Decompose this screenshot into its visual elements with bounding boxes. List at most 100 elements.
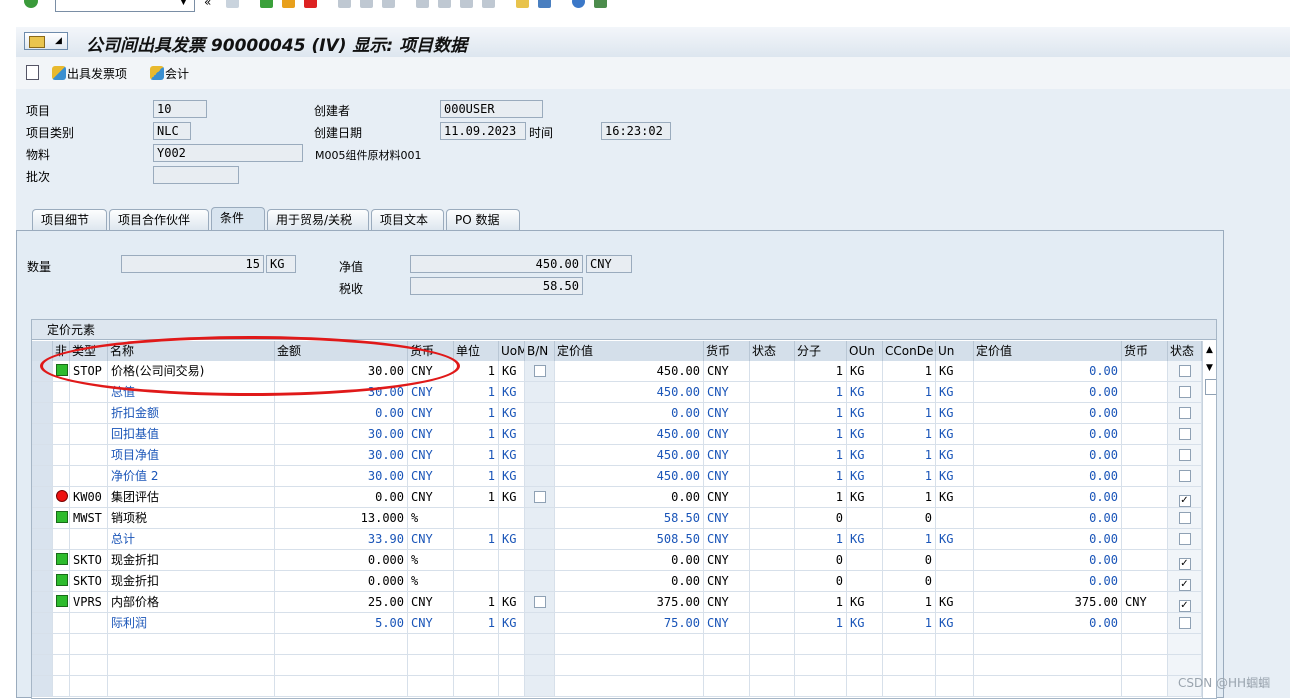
cell-status-check[interactable]: ✓ bbox=[1168, 592, 1202, 612]
cell-status-check[interactable] bbox=[1168, 508, 1202, 528]
status-checkbox[interactable]: ✓ bbox=[1178, 495, 1191, 507]
cell-status-check[interactable] bbox=[1168, 403, 1202, 423]
save-icon[interactable] bbox=[226, 0, 239, 8]
net-currency-field[interactable]: CNY bbox=[586, 255, 632, 273]
cell-status-check[interactable] bbox=[1168, 445, 1202, 465]
table-row[interactable]: MWST 销项税 13.000% 58.50 CNY 0 0 0.00 bbox=[32, 508, 1202, 529]
cell-row-selector[interactable] bbox=[32, 403, 53, 423]
status-checkbox[interactable]: ✓ bbox=[1178, 600, 1191, 612]
time-field[interactable]: 16:23:02 bbox=[601, 122, 671, 140]
tab-po-data[interactable]: PO 数据 bbox=[446, 209, 520, 231]
cell-status-check[interactable] bbox=[1168, 466, 1202, 486]
double-chevron-left-icon[interactable]: « bbox=[204, 0, 217, 9]
table-row[interactable]: VPRS 内部价格 25.00 CNY 1 KG 375.00 CNY 1 KG 1 KG 375.00… bbox=[32, 592, 1202, 613]
status-checkbox[interactable] bbox=[1178, 449, 1191, 461]
cell-status-check[interactable]: ✓ bbox=[1168, 571, 1202, 591]
cell-bn[interactable] bbox=[525, 634, 555, 654]
tab-trade-customs[interactable]: 用于贸易/关税 bbox=[267, 209, 369, 231]
cell-bn[interactable] bbox=[525, 529, 555, 549]
cell-bn[interactable] bbox=[525, 466, 555, 486]
table-row[interactable]: 总计 33.90 CNY 1 KG 508.50 CNY 1 KG 1 KG 0.00 bbox=[32, 529, 1202, 550]
cell-status-check[interactable]: ✓ bbox=[1168, 550, 1202, 570]
cell-status-check[interactable] bbox=[1168, 655, 1202, 675]
vertical-scrollbar[interactable]: ▲ ▼ bbox=[1202, 341, 1216, 698]
chevron-down-icon[interactable]: ▼ bbox=[180, 0, 187, 7]
cell-status-check[interactable] bbox=[1168, 613, 1202, 633]
tab-item-text[interactable]: 项目文本 bbox=[371, 209, 444, 231]
status-checkbox[interactable]: ✓ bbox=[1178, 558, 1191, 570]
table-row[interactable]: 项目净值 30.00 CNY 1 KG 450.00 CNY 1 KG 1 KG 0.00 bbox=[32, 445, 1202, 466]
cell-status-check[interactable] bbox=[1168, 424, 1202, 444]
cell-status-check[interactable] bbox=[1168, 382, 1202, 402]
command-field[interactable] bbox=[55, 0, 195, 12]
cell-row-selector[interactable] bbox=[32, 424, 53, 444]
table-row[interactable]: STOP 价格(公司间交易) 30.00 CNY 1 KG 450.00 CNY 1 KG 1 KG 0… bbox=[32, 361, 1202, 382]
print-icon[interactable] bbox=[338, 0, 351, 8]
cell-bn[interactable] bbox=[525, 592, 555, 612]
billing-item-button[interactable]: 出具发票项 bbox=[52, 65, 127, 81]
cell-row-selector[interactable] bbox=[32, 529, 53, 549]
previous-page-icon[interactable] bbox=[438, 0, 451, 8]
table-row[interactable]: SKTO 现金折扣 0.000% 0.00 CNY 0 0 0.00 ✓ bbox=[32, 571, 1202, 592]
new-session-icon[interactable] bbox=[516, 0, 529, 8]
cell-status-check[interactable] bbox=[1168, 634, 1202, 654]
table-row[interactable]: 总值 30.00 CNY 1 KG 450.00 CNY 1 KG 1 KG 0.00 bbox=[32, 382, 1202, 403]
cell-bn[interactable] bbox=[525, 508, 555, 528]
cell-bn[interactable] bbox=[525, 361, 555, 381]
cell-status-check[interactable] bbox=[1168, 529, 1202, 549]
table-row[interactable]: SKTO 现金折扣 0.000% 0.00 CNY 0 0 0.00 ✓ bbox=[32, 550, 1202, 571]
cell-bn[interactable] bbox=[525, 403, 555, 423]
back-icon[interactable] bbox=[260, 0, 273, 8]
cell-bn[interactable] bbox=[525, 424, 555, 444]
status-checkbox[interactable] bbox=[1178, 533, 1191, 545]
table-row[interactable] bbox=[32, 676, 1202, 697]
cell-bn[interactable] bbox=[525, 676, 555, 696]
bn-checkbox[interactable] bbox=[533, 365, 546, 377]
first-page-icon[interactable] bbox=[416, 0, 429, 8]
item-field[interactable]: 10 bbox=[153, 100, 207, 118]
table-row[interactable]: 净价值 2 30.00 CNY 1 KG 450.00 CNY 1 KG 1 KG 0.00 bbox=[32, 466, 1202, 487]
cell-row-selector[interactable] bbox=[32, 382, 53, 402]
cell-bn[interactable] bbox=[525, 655, 555, 675]
scroll-down-icon[interactable]: ▼ bbox=[1206, 363, 1213, 373]
status-checkbox[interactable] bbox=[1178, 470, 1191, 482]
batch-field[interactable] bbox=[153, 166, 239, 184]
net-value-field[interactable]: 450.00 bbox=[410, 255, 583, 273]
status-checkbox[interactable] bbox=[1178, 428, 1191, 440]
find-icon[interactable] bbox=[360, 0, 373, 8]
cell-row-selector[interactable] bbox=[32, 592, 53, 612]
display-document-button[interactable] bbox=[26, 65, 40, 81]
tab-conditions[interactable]: 条件 bbox=[211, 207, 265, 231]
exit-icon[interactable] bbox=[282, 0, 295, 8]
layout-menu-icon[interactable] bbox=[594, 0, 607, 8]
header-row-selector[interactable] bbox=[32, 341, 53, 361]
table-row[interactable] bbox=[32, 655, 1202, 676]
cell-row-selector[interactable] bbox=[32, 676, 53, 696]
creator-field[interactable]: 000USER bbox=[440, 100, 543, 118]
next-page-icon[interactable] bbox=[460, 0, 473, 8]
cell-row-selector[interactable] bbox=[32, 613, 53, 633]
status-checkbox[interactable] bbox=[1178, 617, 1191, 629]
accounting-button[interactable]: 会计 bbox=[150, 65, 189, 81]
quantity-unit-field[interactable]: KG bbox=[266, 255, 296, 273]
status-checkbox[interactable] bbox=[1178, 386, 1191, 398]
created-date-field[interactable]: 11.09.2023 bbox=[440, 122, 526, 140]
table-row[interactable] bbox=[32, 634, 1202, 655]
cell-row-selector[interactable] bbox=[32, 655, 53, 675]
cell-row-selector[interactable] bbox=[32, 445, 53, 465]
cell-bn[interactable] bbox=[525, 613, 555, 633]
table-row[interactable]: 折扣金额 0.00 CNY 1 KG 0.00 CNY 1 KG 1 KG 0.00 bbox=[32, 403, 1202, 424]
bn-checkbox[interactable] bbox=[533, 491, 546, 503]
last-page-icon[interactable] bbox=[482, 0, 495, 8]
table-row[interactable]: 际利润 5.00 CNY 1 KG 75.00 CNY 1 KG 1 KG 0.00 bbox=[32, 613, 1202, 634]
system-menu-button[interactable]: ◢ bbox=[24, 32, 68, 50]
cell-row-selector[interactable] bbox=[32, 487, 53, 507]
tax-field[interactable]: 58.50 bbox=[410, 277, 583, 295]
scroll-thumb[interactable] bbox=[1205, 379, 1216, 395]
cell-row-selector[interactable] bbox=[32, 466, 53, 486]
help-icon[interactable] bbox=[572, 0, 585, 8]
table-row[interactable]: KW00 集团评估 0.00 CNY 1 KG 0.00 CNY 1 KG 1 KG 0.00 ✓ bbox=[32, 487, 1202, 508]
cell-bn[interactable] bbox=[525, 487, 555, 507]
cell-status-check[interactable] bbox=[1168, 361, 1202, 381]
find-next-icon[interactable] bbox=[382, 0, 395, 8]
